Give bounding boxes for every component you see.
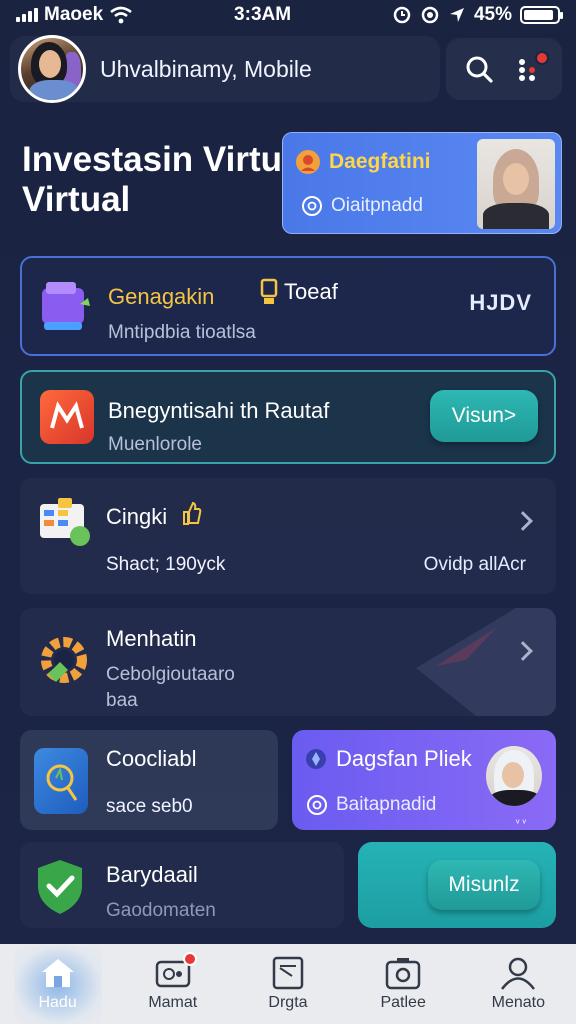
tab-wallet[interactable]: Mamat — [123, 952, 223, 1012]
card-3-right-text: Ovidp allAcr — [423, 554, 526, 575]
promo-title-row: Daegfatini — [295, 149, 431, 175]
wallet-purple-icon — [40, 278, 94, 332]
tab-home[interactable]: Hadu — [8, 946, 108, 1024]
card-1-title-extra-text: Toeaf — [284, 279, 338, 304]
orange-app-icon — [40, 390, 94, 444]
chat-board-icon — [38, 494, 92, 548]
header-actions — [446, 38, 562, 100]
card-3-title: Cingki — [106, 504, 168, 529]
tab-bar: Hadu Mamat Drgta Patlee Menato — [0, 944, 576, 1024]
page-title: Investasin Virtu Virtual — [22, 140, 292, 220]
user-icon — [501, 957, 536, 990]
tab-document[interactable]: Drgta — [238, 956, 338, 1012]
menu-button[interactable] — [509, 49, 549, 89]
card-2-action-button[interactable]: Visun> — [430, 390, 538, 442]
battery-level — [524, 10, 553, 20]
promo-small-subtitle: Baitapnadid — [336, 794, 437, 815]
signal-icon — [16, 8, 38, 22]
cta-block: Misunlz — [358, 842, 556, 928]
alarm-icon — [393, 6, 411, 24]
tab-camera-label: Patlee — [380, 994, 426, 1011]
page-title-line-2: Virtual — [22, 180, 131, 219]
trophy-icon — [260, 278, 278, 304]
bottom-card-title: Barydaail — [106, 862, 198, 887]
info-circle-icon — [307, 795, 327, 815]
card-4-title: Menhatin — [106, 626, 197, 651]
feature-card-3[interactable]: Cingki Shact; 190yck Ovidp allAcr — [20, 478, 556, 594]
card-2-subtitle: Muenlorole — [108, 434, 202, 455]
tab-profile-label: Menato — [491, 994, 546, 1011]
shield-check-icon — [34, 858, 86, 921]
feature-card-2[interactable]: Bnegyntisahi th Rautaf Muenlorole Visun> — [20, 370, 556, 464]
document-icon — [272, 956, 304, 990]
small-card-subtitle: sace seb0 — [106, 796, 193, 817]
gear-icon — [34, 630, 88, 684]
location-icon — [449, 8, 464, 22]
search-button[interactable] — [459, 49, 499, 89]
battery-percent: 45% — [473, 4, 512, 25]
focus-icon — [421, 6, 439, 24]
card-4-subtitle-line-2: baa — [106, 690, 138, 711]
bottom-card-subtitle: Gaodomaten — [106, 900, 216, 921]
status-left: Maoek — [16, 4, 133, 26]
tab-wallet-label: Mamat — [148, 994, 198, 1011]
promo-small-sub-row: Baitapnadid — [306, 794, 436, 816]
bottom-card-action-button[interactable]: Misunlz — [428, 860, 540, 910]
badge-orange-icon — [296, 150, 320, 174]
card-2-title: Bnegyntisahi th Rautaf — [108, 398, 330, 423]
page-title-line-1: Investasin Virtu — [22, 140, 283, 179]
card-4-decoration — [416, 608, 556, 716]
promo-small-photo — [486, 746, 542, 806]
bottom-card[interactable]: Barydaail Gaodomaten — [20, 842, 344, 928]
status-bar: Maoek 3:3AM 45% — [0, 0, 576, 30]
battery-icon — [520, 6, 563, 24]
promo-card-small[interactable]: Dagsfan Pliek Baitapnadid ᵥ ᵥ — [292, 730, 556, 830]
diamond-icon — [306, 749, 326, 769]
tab-camera[interactable]: Patlee — [353, 956, 453, 1012]
feature-card-1[interactable]: Genagakin Toeaf Mntipdbia tioatlsa HJDV — [20, 256, 556, 356]
tab-wallet-badge — [182, 952, 197, 966]
info-circle-icon — [302, 196, 322, 216]
carrier-label: Maoek — [44, 4, 104, 25]
avatar[interactable] — [18, 35, 86, 103]
camera-icon — [385, 958, 421, 990]
app-header: Uhvalbinamy, Mobile — [0, 34, 576, 106]
promo-sub-row: Oiaitpnadd — [301, 195, 423, 217]
promo-small-title-row: Dagsfan Pliek — [304, 746, 472, 772]
promo-top-subtitle: Oiaitpnadd — [331, 195, 423, 216]
card-4-subtitle-line-1: Cebolgioutaaro — [106, 664, 235, 685]
card-1-title-extra: Toeaf — [258, 278, 338, 306]
tab-home-label: Hadu — [38, 994, 77, 1011]
card-1-title: Genagakin — [108, 284, 215, 309]
tab-profile[interactable]: Menato — [468, 956, 568, 1012]
promo-small-title: Dagsfan Pliek — [336, 746, 472, 771]
feature-card-4[interactable]: Menhatin Cebolgioutaaro baa — [20, 608, 556, 716]
thumbs-up-icon — [183, 501, 202, 525]
search-tool-icon — [34, 748, 88, 814]
home-icon — [41, 959, 74, 987]
small-card[interactable]: Coocliabl sace seb0 — [20, 730, 278, 830]
clock: 3:3AM — [234, 4, 292, 25]
card-3-subtitle: Shact; 190yck — [106, 554, 226, 575]
card-1-right-text: HJDV — [469, 290, 532, 315]
chevron-right-icon[interactable] — [513, 511, 533, 531]
promo-card-top[interactable]: Daegfatini Oiaitpnadd — [282, 132, 562, 234]
small-card-title: Coocliabl — [106, 746, 197, 771]
promo-photo — [477, 139, 555, 229]
notification-badge — [535, 51, 549, 65]
promo-small-marks: ᵥ ᵥ — [515, 814, 526, 826]
profile-chip[interactable]: Uhvalbinamy, Mobile — [10, 35, 440, 103]
wifi-icon — [110, 6, 132, 24]
card-1-subtitle: Mntipdbia tioatlsa — [108, 322, 256, 343]
tab-document-label: Drgta — [268, 994, 308, 1011]
user-name: Uhvalbinamy, Mobile — [100, 55, 312, 82]
search-icon — [466, 56, 493, 83]
promo-top-title: Daegfatini — [329, 150, 431, 173]
status-right: 45% — [392, 4, 563, 26]
